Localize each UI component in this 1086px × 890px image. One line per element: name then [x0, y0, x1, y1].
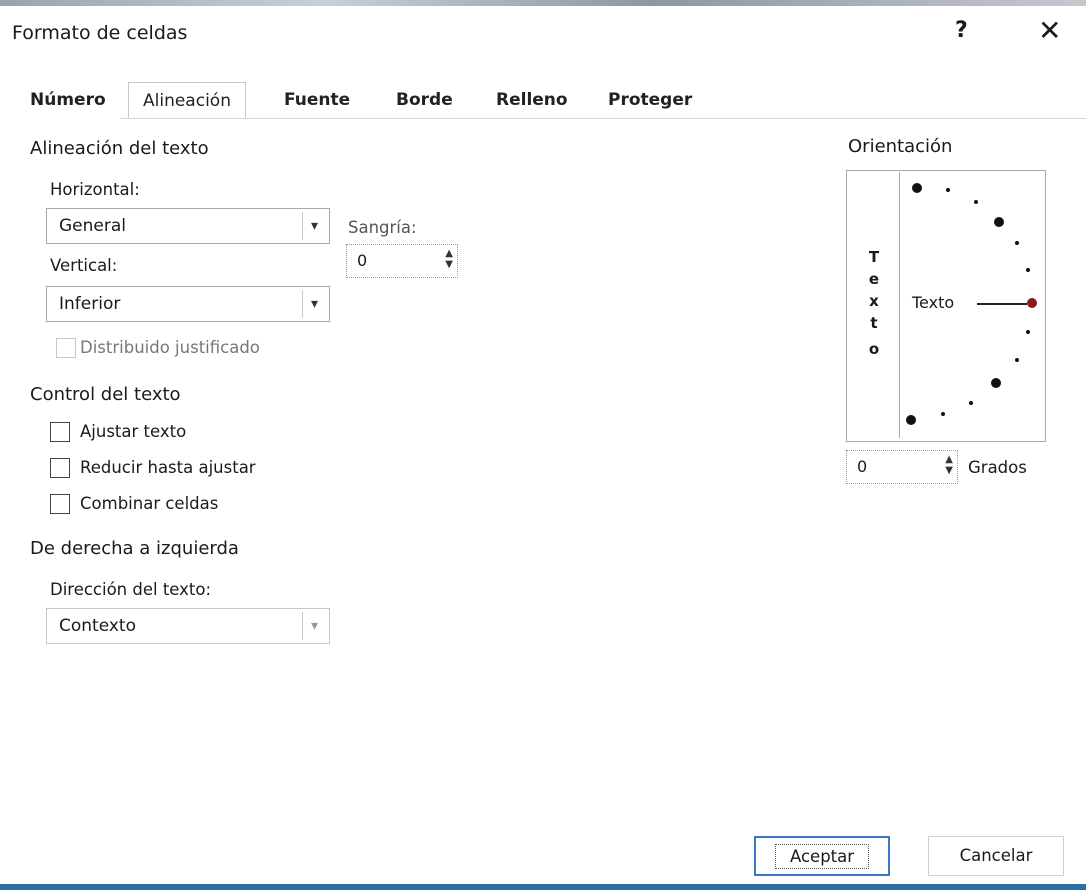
tab-numero[interactable]: Número: [30, 90, 106, 110]
shrink-to-fit-checkbox[interactable]: [50, 458, 70, 478]
vertical-value: Inferior: [59, 294, 121, 314]
tab-divider: [120, 118, 1086, 119]
help-button[interactable]: ?: [955, 18, 968, 43]
horizontal-value: General: [59, 216, 126, 236]
vertical-text-letter: T: [868, 248, 880, 266]
vertical-text-letter: x: [869, 292, 879, 310]
vertical-text-letter: o: [868, 340, 880, 358]
shrink-to-fit-label[interactable]: Reducir hasta ajustar: [80, 458, 256, 477]
direction-combo[interactable]: Contexto ▾: [46, 608, 330, 644]
cancel-button-label: Cancelar: [959, 846, 1033, 865]
tab-relleno[interactable]: Relleno: [496, 90, 568, 110]
indent-value: 0: [357, 251, 368, 270]
orientation-dot[interactable]: [1015, 358, 1019, 362]
degrees-spinner[interactable]: 0 ▲ ▼: [846, 450, 958, 484]
window-top-edge: [0, 0, 1086, 6]
orientation-dot[interactable]: [994, 217, 1004, 227]
close-icon: ✕: [1038, 14, 1062, 47]
orientation-needle: [977, 303, 1027, 305]
distributed-label: Distribuido justificado: [80, 338, 260, 357]
indent-label: Sangría:: [348, 218, 417, 237]
orientation-dot[interactable]: [974, 200, 978, 204]
tab-fuente[interactable]: Fuente: [284, 90, 350, 110]
direction-label: Dirección del texto:: [50, 580, 212, 599]
orientation-dot[interactable]: [1026, 330, 1030, 334]
ok-button[interactable]: Aceptar: [754, 836, 890, 876]
ok-button-label: Aceptar: [774, 844, 870, 869]
tab-proteger[interactable]: Proteger: [608, 90, 692, 110]
vertical-combo[interactable]: Inferior ▾: [46, 286, 330, 322]
window-bottom-edge: [0, 884, 1086, 890]
chevron-down-icon[interactable]: ▾: [302, 612, 326, 640]
orientation-dot[interactable]: [991, 378, 1001, 388]
wrap-text-label[interactable]: Ajustar texto: [80, 422, 186, 441]
spinner-arrows-icon[interactable]: ▲ ▼: [945, 454, 953, 476]
chevron-down-icon[interactable]: ▾: [302, 212, 326, 240]
horizontal-combo[interactable]: General ▾: [46, 208, 330, 244]
vertical-text-letter: e: [868, 270, 880, 288]
tab-alineacion[interactable]: Alineación: [128, 82, 246, 119]
rtl-section-title: De derecha a izquierda: [30, 538, 239, 559]
horizontal-label: Horizontal:: [50, 180, 140, 199]
merge-cells-label[interactable]: Combinar celdas: [80, 494, 218, 513]
orientation-dot[interactable]: [969, 401, 973, 405]
tab-strip: Número Alineación Fuente Borde Relleno P…: [30, 82, 710, 120]
degrees-value: 0: [857, 457, 868, 476]
orientation-title: Orientación: [848, 136, 953, 157]
dialog-title: Formato de celdas: [12, 22, 188, 44]
orientation-dot[interactable]: [906, 415, 916, 425]
orientation-dot[interactable]: [1026, 268, 1030, 272]
tab-borde[interactable]: Borde: [396, 90, 453, 110]
indent-spinner[interactable]: 0 ▲ ▼: [346, 244, 458, 278]
orientation-dot[interactable]: [1015, 241, 1019, 245]
alignment-section-title: Alineación del texto: [30, 138, 209, 159]
orientation-dot[interactable]: [941, 412, 945, 416]
merge-cells-checkbox[interactable]: [50, 494, 70, 514]
cancel-button[interactable]: Cancelar: [928, 836, 1064, 876]
wrap-text-checkbox[interactable]: [50, 422, 70, 442]
close-button[interactable]: ✕: [1038, 14, 1061, 47]
vertical-text-letter: t: [870, 314, 878, 332]
distributed-checkbox: [56, 338, 76, 358]
orientation-dot[interactable]: [946, 188, 950, 192]
vertical-label: Vertical:: [50, 256, 118, 275]
chevron-down-icon[interactable]: ▾: [302, 290, 326, 318]
spinner-arrows-icon[interactable]: ▲ ▼: [445, 248, 453, 270]
direction-value: Contexto: [59, 616, 136, 636]
degrees-label: Grados: [968, 458, 1027, 477]
text-control-section-title: Control del texto: [30, 384, 181, 405]
orientation-text-label: Texto: [912, 293, 955, 312]
orientation-dot[interactable]: [912, 183, 922, 193]
orientation-selected-dot[interactable]: [1027, 298, 1037, 308]
